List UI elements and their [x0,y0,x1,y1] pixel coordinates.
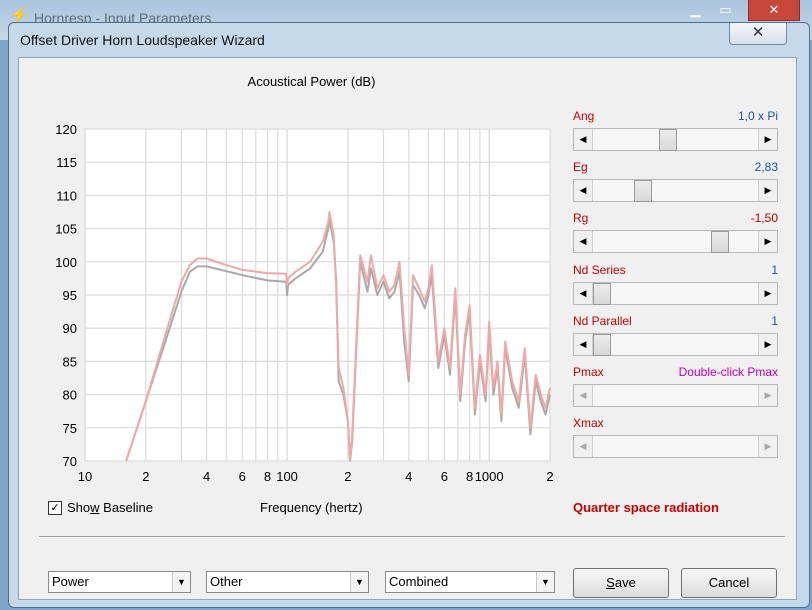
dialog-close-button[interactable]: ✕ [729,23,787,45]
y-tick-label: 95 [63,288,77,303]
param-rg: Rg -1,50 ◀ ▶ [573,211,778,255]
save-accelerator: S [606,575,615,590]
scroll-right-arrow-icon[interactable]: ▶ [758,180,777,201]
show-baseline-checkbox[interactable]: ✓ [48,501,62,515]
x-tick-label: 4 [405,469,412,484]
save-label-part: ave [614,575,636,590]
y-tick-label: 110 [56,188,77,203]
param-value: 2,83 [754,160,778,174]
param-value: 1,0 x Pi [737,109,778,123]
param-scrollbar[interactable]: ◀ ▶ [573,435,778,458]
param-scrollbar[interactable]: ◀ ▶ [573,282,778,305]
chevron-down-icon[interactable]: ▼ [172,572,190,592]
label-part: Baseline [99,500,154,515]
divider [39,536,785,538]
x-axis-label: Frequency (hertz) [260,500,363,515]
scroll-thumb[interactable] [634,180,653,202]
param-label: Pmax [573,365,604,379]
y-tick-label: 70 [63,454,77,469]
param-scrollbar[interactable]: ◀ ▶ [573,179,778,202]
dialog-client-area: Acoustical Power (dB) 120 115 110 105 100 95 9… [18,57,797,600]
param-nd-series: Nd Series 1 ◀ ▶ [573,263,778,307]
param-value: -1,50 [750,211,778,225]
param-value: 1 [771,314,778,328]
x-tick-label: 6 [239,469,246,484]
x-tick-label: 2 [546,469,553,484]
y-tick-label: 85 [63,354,77,369]
scroll-left-arrow-icon[interactable]: ◀ [574,283,593,304]
param-label: Eg [573,160,588,174]
y-tick-label: 80 [63,388,77,403]
param-label: Nd Series [573,263,626,277]
scroll-right-arrow-icon[interactable]: ▶ [758,129,777,150]
dialog-title: Offset Driver Horn Loudspeaker Wizard [20,32,265,48]
x-tick-label: 100 [276,469,298,484]
param-label: Ang [573,109,595,123]
param-label: Xmax [573,416,604,430]
maximize-icon[interactable]: ▭ [712,0,739,20]
param-value: 1 [771,263,778,277]
show-baseline-label[interactable]: Show Baseline [67,500,153,515]
param-label: Nd Parallel [573,314,632,328]
power-chart: 120 115 110 105 100 95 90 85 80 75 7010 2 4 6 8 100 2 4 6 8… [55,122,553,484]
param-scrollbar[interactable]: ◀ ▶ [573,128,778,151]
scroll-thumb[interactable] [710,231,729,253]
y-tick-label: 105 [55,222,77,237]
close-icon[interactable]: ✕ [748,0,800,21]
save-button[interactable]: Save [573,568,669,598]
x-tick-label: 6 [441,469,448,484]
scroll-thumb[interactable] [593,283,611,305]
chevron-down-icon[interactable]: ▼ [536,572,554,592]
scroll-left-arrow-icon[interactable]: ◀ [574,180,593,201]
x-tick-label: 10 [78,469,92,484]
combined-dropdown[interactable]: Combined ▼ [385,571,555,593]
x-tick-label: 4 [203,469,210,484]
scroll-right-arrow-icon[interactable]: ▶ [758,283,777,304]
scroll-left-arrow-icon[interactable]: ◀ [574,334,593,355]
scroll-right-arrow-icon[interactable]: ▶ [758,385,777,406]
scroll-thumb[interactable] [593,334,611,356]
y-tick-label: 75 [63,421,77,436]
y-tick-label: 115 [56,155,77,170]
combined-dropdown-value: Combined [389,574,449,589]
y-tick-label: 100 [55,255,77,270]
other-dropdown[interactable]: Other ▼ [206,571,369,593]
cancel-button[interactable]: Cancel [681,568,777,598]
scroll-left-arrow-icon[interactable]: ◀ [574,436,593,457]
scroll-left-arrow-icon[interactable]: ◀ [574,231,593,252]
param-pmax: Pmax Double-click Pmax ◀ ▶ [573,365,778,409]
x-tick-label: 2 [344,469,351,484]
y-tick-label: 120 [55,122,77,137]
power-dropdown[interactable]: Power ▼ [48,571,191,593]
param-nd-parallel: Nd Parallel 1 ◀ ▶ [573,314,778,358]
param-label: Rg [573,211,589,225]
y-tick-label: 90 [63,321,77,336]
chevron-down-icon[interactable]: ▼ [350,572,368,592]
label-accelerator: w [90,500,100,515]
scroll-left-arrow-icon[interactable]: ◀ [574,385,593,406]
minimize-icon[interactable]: ▁ [682,0,709,20]
scroll-thumb[interactable] [659,129,678,151]
x-tick-label: 8 [264,469,271,484]
scroll-right-arrow-icon[interactable]: ▶ [758,334,777,355]
param-xmax: Xmax ◀ ▶ [573,416,778,460]
scroll-left-arrow-icon[interactable]: ◀ [574,129,593,150]
x-tick-label: 2 [142,469,149,484]
param-scrollbar[interactable]: ◀ ▶ [573,333,778,356]
param-ang: Ang 1,0 x Pi ◀ ▶ [573,109,778,153]
param-eg: Eg 2,83 ◀ ▶ [573,160,778,204]
scroll-right-arrow-icon[interactable]: ▶ [758,436,777,457]
other-dropdown-value: Other [210,574,243,589]
x-tick-label: 8 [466,469,473,484]
x-tick-label: 1000 [475,469,504,484]
wizard-dialog: Offset Driver Horn Loudspeaker Wizard ✕ … [8,22,810,608]
label-part: Sho [67,500,91,515]
scroll-right-arrow-icon[interactable]: ▶ [758,231,777,252]
param-value[interactable]: Double-click Pmax [679,365,778,379]
power-dropdown-value: Power [52,574,89,589]
param-scrollbar[interactable]: ◀ ▶ [573,384,778,407]
param-scrollbar[interactable]: ◀ ▶ [573,230,778,253]
radiation-mode-text: Quarter space radiation [573,500,719,515]
